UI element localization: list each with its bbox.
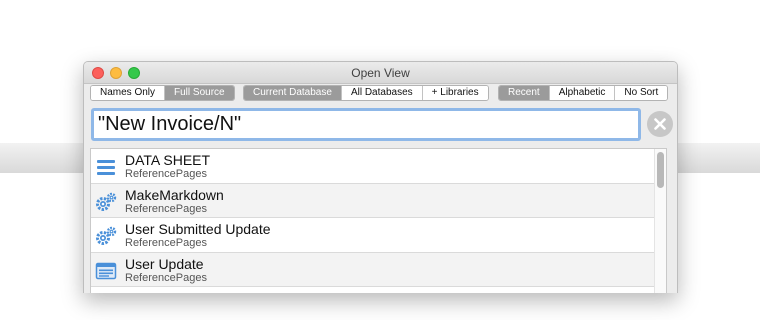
results-list: DATA SHEET ReferencePages MakeMarkdown R… (90, 148, 667, 293)
result-name: MakeMarkdown (125, 186, 224, 203)
scrollbar-thumb[interactable] (657, 152, 664, 188)
result-name: DATA SHEET (125, 152, 211, 168)
database-segmented-control: Current Database All Databases + Librari… (243, 85, 489, 101)
gears-icon (96, 192, 117, 211)
result-name: User Submitted Update (125, 221, 271, 237)
result-source: ReferencePages (125, 202, 207, 215)
clear-x-icon (654, 118, 666, 130)
full-source-button[interactable]: Full Source (165, 86, 234, 100)
result-source: ReferencePages (125, 237, 207, 249)
no-sort-button[interactable]: No Sort (615, 86, 668, 100)
result-source: ReferencePages (125, 168, 207, 180)
sort-alphabetic-button[interactable]: Alphabetic (549, 86, 616, 100)
scope-segmented-control: Names Only Full Source (90, 85, 235, 101)
window-title: Open View (351, 66, 410, 80)
gears-icon (96, 226, 117, 245)
clear-search-button[interactable] (647, 111, 673, 137)
all-databases-button[interactable]: All Databases (341, 86, 423, 100)
libraries-button[interactable]: + Libraries (422, 86, 488, 100)
current-database-button[interactable]: Current Database (244, 86, 342, 100)
open-view-window: Open View Names Only Full Source Current… (83, 61, 678, 293)
result-row-user-update[interactable]: User Update ReferencePages (91, 252, 666, 287)
result-source: ReferencePages (125, 271, 207, 284)
list-lines-icon (97, 160, 115, 175)
result-row-data-sheet[interactable]: DATA SHEET ReferencePages (91, 149, 666, 184)
title-bar[interactable]: Open View (84, 62, 677, 84)
result-row-user-submitted-update[interactable]: User Submitted Update ReferencePages (91, 218, 666, 253)
result-name: User Update (125, 255, 204, 272)
names-only-button[interactable]: Names Only (91, 86, 166, 100)
result-row-makemarkdown[interactable]: MakeMarkdown ReferencePages (91, 183, 666, 218)
sort-recent-button[interactable]: Recent (499, 86, 550, 100)
results-scrollbar[interactable] (654, 149, 666, 293)
sort-segmented-control: Recent Alphabetic No Sort (498, 85, 669, 101)
search-input[interactable]: "New Invoice/N" (91, 108, 641, 141)
form-icon (95, 262, 117, 279)
